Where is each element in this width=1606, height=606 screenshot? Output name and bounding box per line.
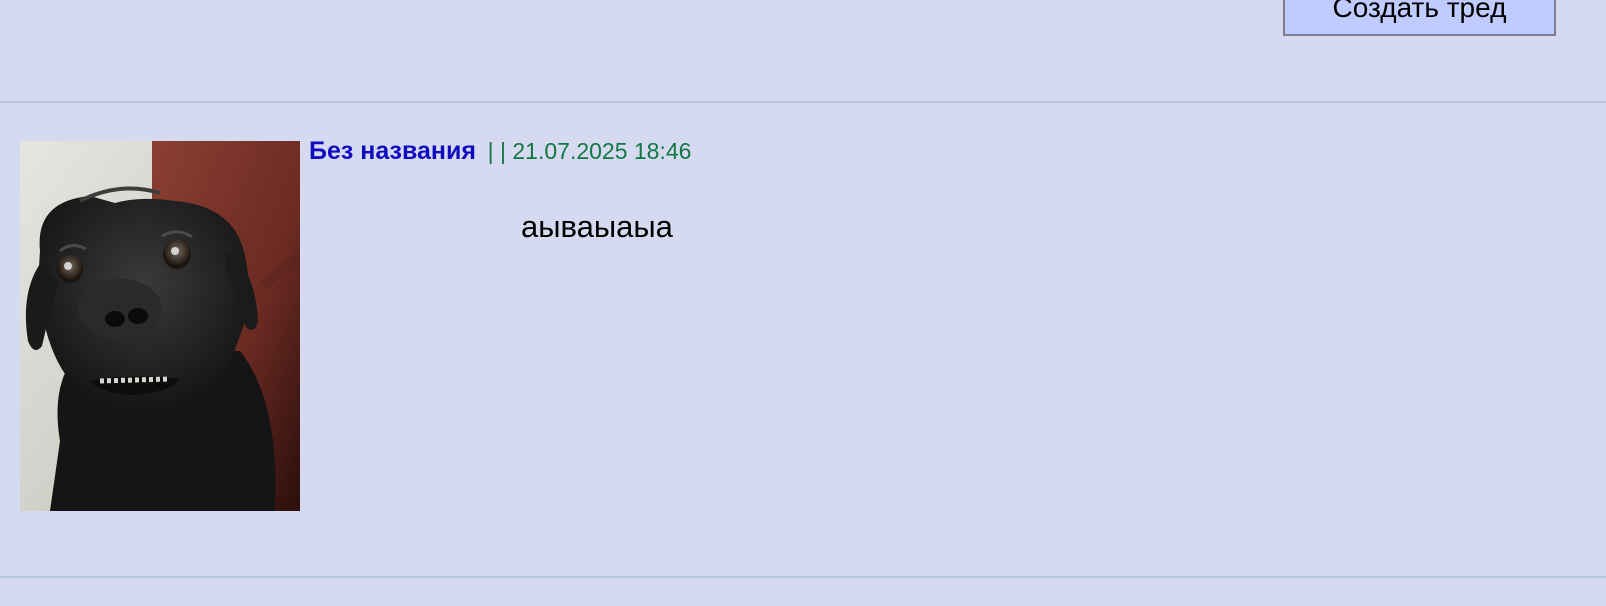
- create-thread-button[interactable]: Создать тред: [1283, 0, 1556, 36]
- post-meta: | | 21.07.2025 18:46: [487, 138, 692, 164]
- post-thumbnail[interactable]: [20, 141, 300, 511]
- post-subject: Без названия: [309, 137, 476, 165]
- post-message: аываыаыа: [521, 209, 673, 244]
- black-dog-photo: [20, 141, 300, 511]
- bottom-divider: [0, 576, 1606, 578]
- create-thread-label: Создать тред: [1332, 0, 1507, 23]
- thread-post: Без названия | | 21.07.2025 18:46 аываыа…: [0, 103, 1606, 576]
- post-header: Без названия | | 21.07.2025 18:46: [309, 137, 691, 166]
